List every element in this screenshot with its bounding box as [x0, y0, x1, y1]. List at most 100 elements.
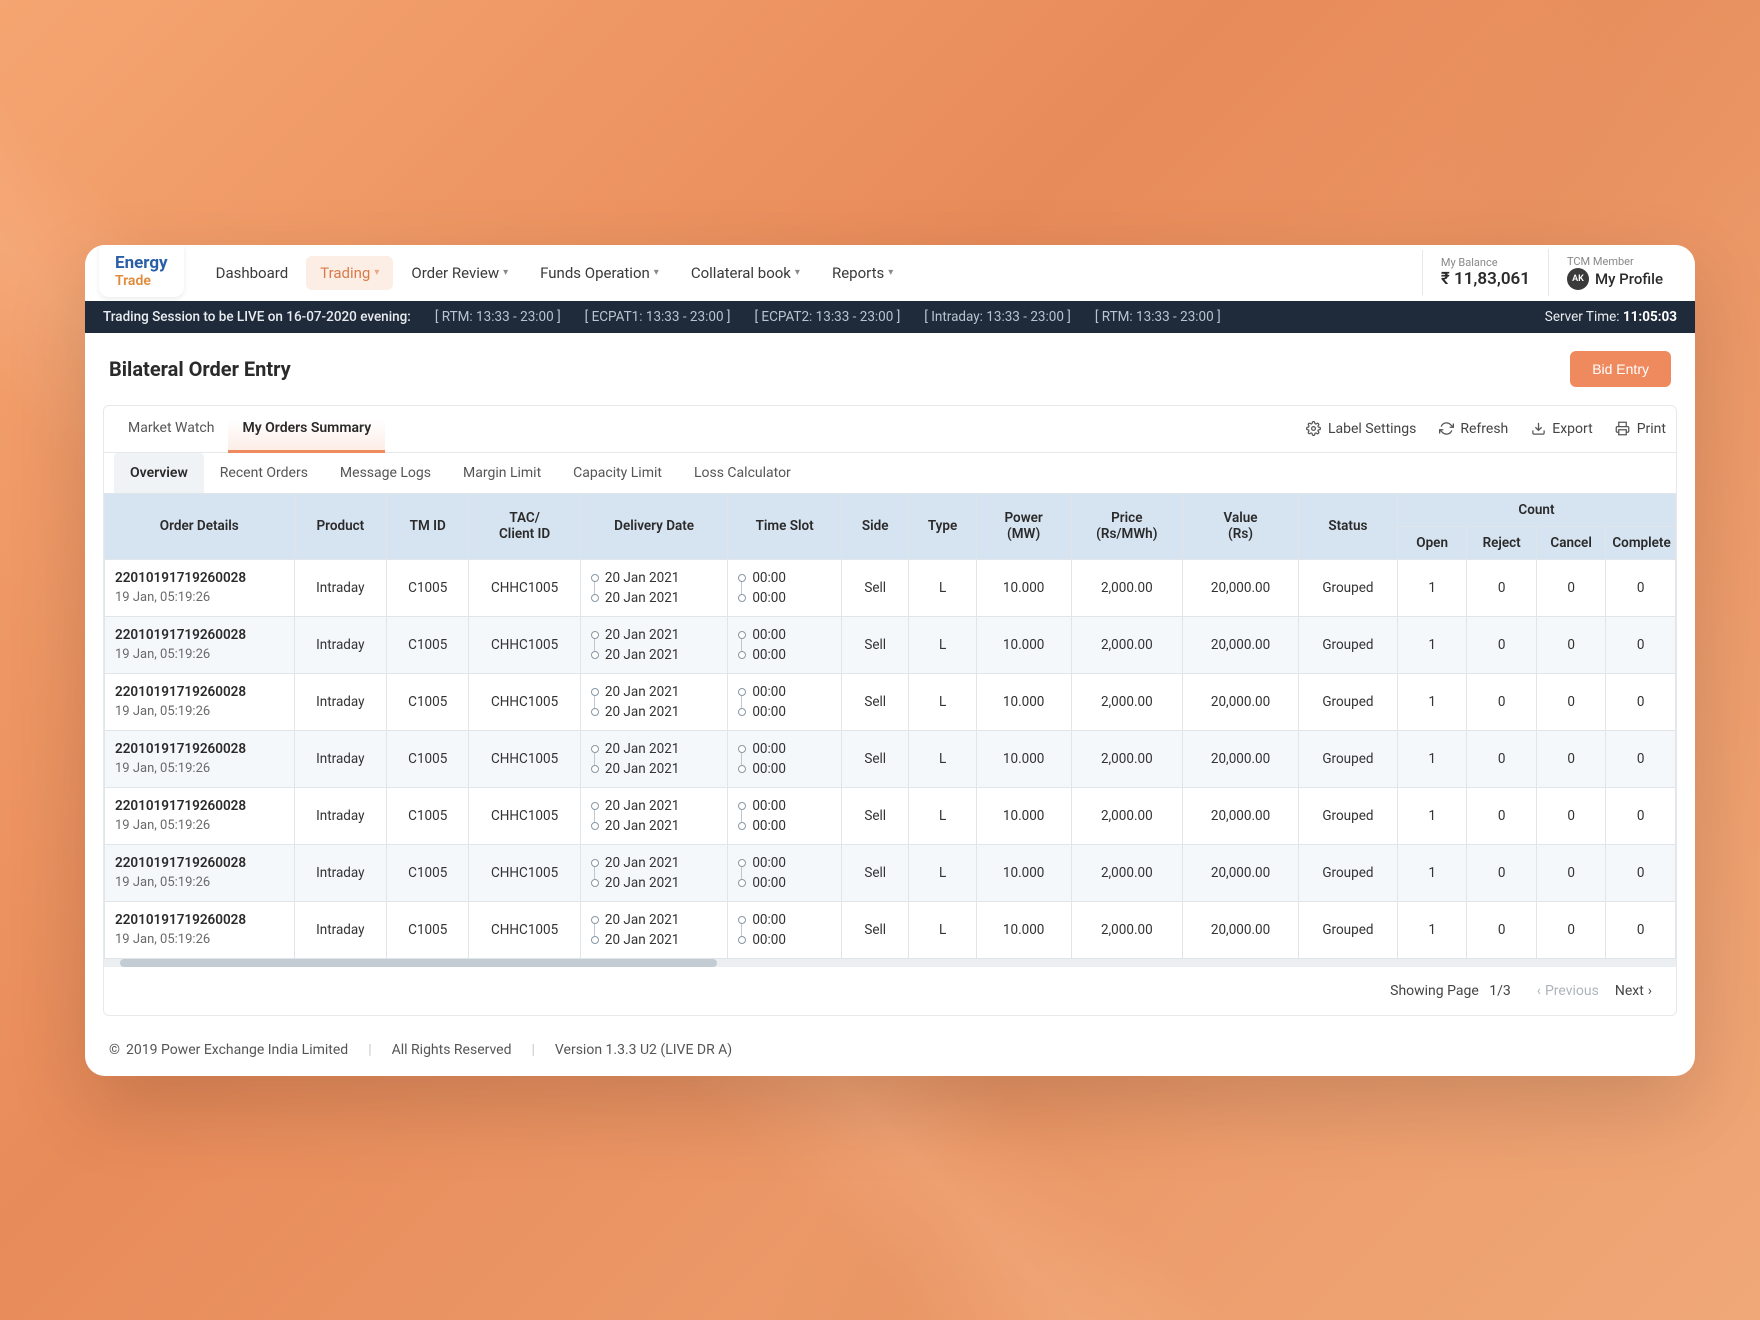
primary-tabs: Market Watch My Orders Summary Label Set… [104, 406, 1676, 453]
cell-cancel: 0 [1536, 901, 1605, 958]
cell-tmid: C1005 [387, 559, 469, 616]
cell-time-slot: 00:0000:00 [728, 730, 842, 787]
session-message: Trading Session to be LIVE on 16-07-2020… [103, 309, 411, 325]
gear-icon [1306, 421, 1322, 437]
cell-status: Grouped [1298, 673, 1397, 730]
table-row[interactable]: 22010191719260028 19 Jan, 05:19:26 Intra… [105, 844, 1676, 901]
cell-complete: 0 [1606, 730, 1676, 787]
print-button[interactable]: Print [1615, 421, 1666, 437]
cell-reject: 0 [1467, 559, 1536, 616]
main-nav: Dashboard Trading ▾ Order Review ▾ Funds… [202, 256, 1422, 290]
table-row[interactable]: 22010191719260028 19 Jan, 05:19:26 Intra… [105, 616, 1676, 673]
cell-product: Intraday [294, 901, 387, 958]
print-icon [1615, 421, 1631, 437]
cell-status: Grouped [1298, 844, 1397, 901]
cell-product: Intraday [294, 844, 387, 901]
cell-time-slot: 00:0000:00 [728, 787, 842, 844]
tab-overview[interactable]: Overview [114, 453, 204, 493]
th-power: Power(MW) [976, 493, 1071, 559]
th-count: Count [1397, 493, 1675, 526]
page-title: Bilateral Order Entry [109, 357, 291, 381]
cell-open: 1 [1397, 844, 1466, 901]
table-row[interactable]: 22010191719260028 19 Jan, 05:19:26 Intra… [105, 673, 1676, 730]
cell-type: L [909, 673, 976, 730]
previous-button[interactable]: ‹ Previous [1529, 979, 1607, 1003]
tab-recent-orders[interactable]: Recent Orders [204, 453, 324, 493]
copyright-icon: © [109, 1042, 120, 1058]
cell-status: Grouped [1298, 730, 1397, 787]
cell-tac: CHHC1005 [469, 730, 581, 787]
cell-price: 2,000.00 [1071, 616, 1183, 673]
cell-type: L [909, 730, 976, 787]
cell-status: Grouped [1298, 901, 1397, 958]
orders-table: Order Details Product TM ID TAC/Client I… [104, 493, 1676, 959]
th-complete: Complete [1606, 526, 1676, 559]
th-time-slot: Time Slot [728, 493, 842, 559]
cell-power: 10.000 [976, 559, 1071, 616]
refresh-button[interactable]: Refresh [1438, 421, 1508, 437]
chevron-down-icon: ▾ [795, 267, 800, 278]
export-button[interactable]: Export [1530, 421, 1592, 437]
cell-value: 20,000.00 [1183, 901, 1299, 958]
brand-line1: Energy [115, 253, 168, 273]
order-id: 22010191719260028 [115, 570, 288, 586]
tab-capacity-limit[interactable]: Capacity Limit [557, 453, 678, 493]
cell-side: Sell [842, 616, 909, 673]
logo: Energy Trade [99, 245, 184, 297]
chevron-down-icon: ▾ [654, 267, 659, 278]
table-row[interactable]: 22010191719260028 19 Jan, 05:19:26 Intra… [105, 787, 1676, 844]
cell-open: 1 [1397, 559, 1466, 616]
th-delivery-date: Delivery Date [580, 493, 727, 559]
table-row[interactable]: 22010191719260028 19 Jan, 05:19:26 Intra… [105, 730, 1676, 787]
cell-power: 10.000 [976, 901, 1071, 958]
nav-funds-operation[interactable]: Funds Operation ▾ [526, 256, 673, 290]
cell-open: 1 [1397, 787, 1466, 844]
profile-box[interactable]: TCM Member AK My Profile [1548, 249, 1681, 296]
nav-collateral-label: Collateral book [691, 264, 791, 282]
cell-order-details: 22010191719260028 19 Jan, 05:19:26 [105, 673, 295, 730]
prev-label: Previous [1545, 983, 1599, 999]
nav-dashboard[interactable]: Dashboard [202, 256, 303, 290]
nav-collateral-book[interactable]: Collateral book ▾ [677, 256, 814, 290]
table-row[interactable]: 22010191719260028 19 Jan, 05:19:26 Intra… [105, 559, 1676, 616]
download-icon [1530, 421, 1546, 437]
divider: | [532, 1042, 535, 1058]
export-text: Export [1552, 421, 1592, 437]
tab-message-logs[interactable]: Message Logs [324, 453, 447, 493]
cell-complete: 0 [1606, 844, 1676, 901]
order-timestamp: 19 Jan, 05:19:26 [115, 704, 288, 719]
cell-tmid: C1005 [387, 844, 469, 901]
cell-tmid: C1005 [387, 787, 469, 844]
horizontal-scrollbar[interactable] [104, 959, 1676, 967]
tab-market-watch[interactable]: Market Watch [114, 406, 228, 453]
nav-order-review[interactable]: Order Review ▾ [397, 256, 522, 290]
footer-rights: All Rights Reserved [392, 1042, 512, 1058]
nav-reports[interactable]: Reports ▾ [818, 256, 907, 290]
balance-box: My Balance ₹ 11,83,061 [1422, 250, 1548, 295]
scrollbar-thumb[interactable] [120, 959, 717, 967]
cell-power: 10.000 [976, 673, 1071, 730]
cell-complete: 0 [1606, 559, 1676, 616]
orders-table-wrap: Order Details Product TM ID TAC/Client I… [104, 493, 1676, 967]
th-open: Open [1397, 526, 1466, 559]
order-id: 22010191719260028 [115, 798, 288, 814]
tab-my-orders-summary[interactable]: My Orders Summary [228, 406, 385, 453]
chevron-left-icon: ‹ [1537, 983, 1541, 999]
pagination: Showing Page 1/3 ‹ Previous Next › [104, 967, 1676, 1015]
cell-delivery-date: 20 Jan 202120 Jan 2021 [580, 901, 727, 958]
cell-reject: 0 [1467, 730, 1536, 787]
nav-trading[interactable]: Trading ▾ [306, 256, 393, 290]
cell-tac: CHHC1005 [469, 787, 581, 844]
bid-entry-button[interactable]: Bid Entry [1570, 351, 1671, 387]
tab-margin-limit[interactable]: Margin Limit [447, 453, 557, 493]
label-settings-button[interactable]: Label Settings [1306, 421, 1416, 437]
table-row[interactable]: 22010191719260028 19 Jan, 05:19:26 Intra… [105, 901, 1676, 958]
cell-tac: CHHC1005 [469, 673, 581, 730]
refresh-icon [1438, 421, 1454, 437]
cell-delivery-date: 20 Jan 202120 Jan 2021 [580, 844, 727, 901]
order-timestamp: 19 Jan, 05:19:26 [115, 932, 288, 947]
tab-loss-calculator[interactable]: Loss Calculator [678, 453, 807, 493]
cell-power: 10.000 [976, 730, 1071, 787]
server-time-label: Server Time: [1545, 309, 1620, 325]
next-button[interactable]: Next › [1607, 979, 1660, 1003]
